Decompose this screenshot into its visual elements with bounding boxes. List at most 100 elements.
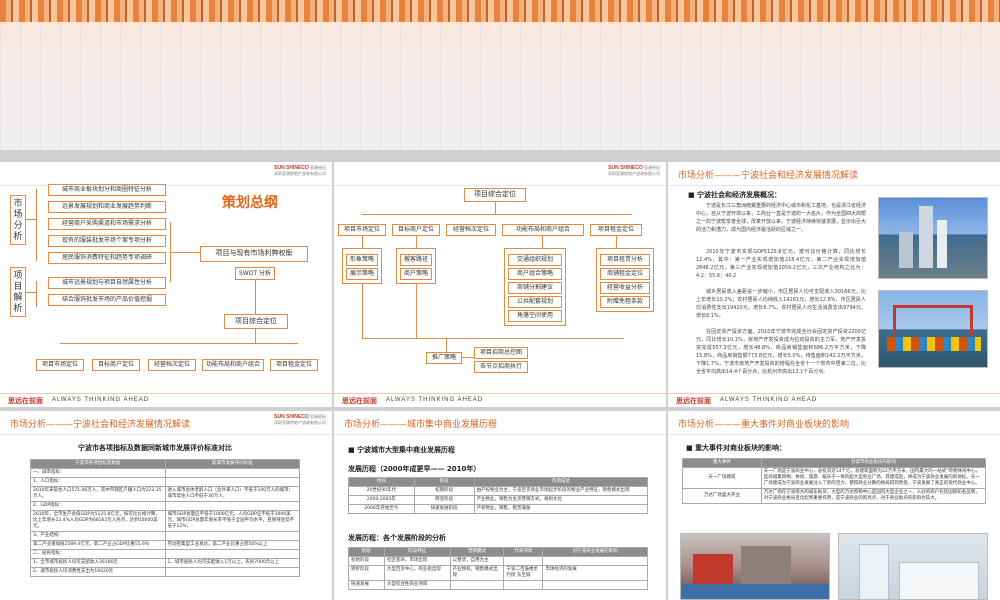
analysis-item: 城市远景规划与项目自然属性分析 (48, 277, 166, 289)
tower-shape (859, 544, 889, 599)
slide-indicator-comparison[interactable]: 市场分析———宁波社会和经济发展情况解读 SUN SHINECO 思源经纪 深圳思… (0, 411, 332, 600)
promotion-strategy-box: 推广策略 (426, 352, 462, 364)
analysis-item: 居民服饰消费特征和趋势专项调研 (48, 252, 166, 264)
table-cell: 快速发展 (348, 580, 385, 590)
table-cell: 1、全市城市居民人均可支配收入30166元 (30, 558, 166, 568)
table-row: 初始阶段 社区底商，市场出现 以租赁，自用为主 (348, 556, 648, 566)
table-header: 宁波市各项指标及数据 (30, 459, 166, 469)
recruitment-item: 各节点招商执行 (474, 361, 528, 373)
slide-title: 策划总纲 (222, 195, 278, 211)
table-cell: 转变阶段 (413, 495, 475, 505)
strategy-item: 项目租赁分析 (600, 254, 650, 266)
slide-positioning-tree[interactable]: SUN SHINECO 思源经纪 深圳思源房地产咨询有限公司 项目综合定位 项目市… (334, 162, 666, 407)
footer-brand: 思远在前面 (342, 397, 377, 405)
positioning-box: 经营档次定位 (148, 359, 196, 371)
table-cell (164, 549, 300, 559)
tower-shape (937, 220, 947, 268)
table-cell: 2010年末常住人口571.06万人，其中市辖区户籍人口为223.35万人。 (30, 486, 166, 502)
table-cell: 产权物业，销售，租赁兼备 (473, 504, 649, 514)
table-cell: 20世纪90年代 (348, 486, 415, 496)
slide-strategy-outline[interactable]: SUN SHINECO 思源经纪 深圳思源房地产咨询有限公司 市场分析 项目解析 … (0, 162, 332, 407)
row-box: 功能布局和商户组合 (502, 224, 584, 236)
table-row: 快速发展 大型综合性商业项目 (348, 580, 648, 590)
table-header: 阶段特征 (383, 547, 451, 557)
table-row: 2010年，全市生产总值GDP为5125.8亿元，按可比价格计算，比上年增长12… (30, 510, 300, 532)
connector-line (416, 236, 417, 248)
slide-footer: 思远在前面 ALWAYS THINKING AHEAD (668, 393, 1000, 407)
connector-line (362, 338, 624, 339)
table-cell (164, 477, 300, 487)
company-logo: SUN SHINECO 思源经纪 深圳思源房地产咨询有限公司 (608, 165, 660, 176)
row-box: 项目市场定位 (338, 224, 386, 236)
table-cell: 劳动密集型工业发达，第二产业比重占到50%以上 (164, 540, 300, 550)
table-cell: 二、居民指标： (30, 549, 166, 559)
slide-header: 市场分析———重大事件对商业板块的影响 (668, 411, 1000, 435)
table-header: 阶段 (413, 477, 475, 487)
table-header: 阶段 (348, 547, 385, 557)
strategy-item: 搬客路径 (400, 254, 432, 266)
table-cell: 2、城市居民人均消费性支出为19420元 (30, 567, 166, 577)
section-title: 市场分析———城市集中商业发展历程 (344, 420, 498, 430)
table-row: 第二产业增加值2589.4亿元，第二产业占GDP比重55.6% 劳动密集型工业发达… (30, 540, 300, 550)
table-header-row: 时间 阶段 市场描述 (348, 477, 649, 487)
connector-line (462, 357, 474, 358)
strategy-item: 附赠免租条款 (600, 296, 650, 308)
strategy-item: 公共配套规划 (508, 296, 562, 308)
strategy-item: 角落空间使用 (508, 310, 562, 322)
table-cell: 2、GDP指标： (30, 501, 166, 511)
slide-commercial-history[interactable]: 市场分析———城市集中商业发展历程 ■ 宁波城市大型集中商业发展历程 发展历程（… (334, 411, 666, 600)
banner-sky (0, 22, 1000, 150)
table-cell: 城市GDP总量应不低于1000亿元，人均GDP应不低于3000美元，城市GDP总… (164, 510, 300, 532)
table-cell: 2000-2005年 (348, 495, 415, 505)
slide-ningbo-economy[interactable]: 市场分析———宁波社会和经济发展情况解读 ■ 宁波社会和经济发展概况： 宁波是长… (668, 162, 1000, 407)
strategy-item: 经营收益分析 (600, 282, 650, 294)
row-box: 项目租金定位 (590, 224, 642, 236)
paragraph: 2010年宁波市实现GDP5125.8亿元，按可比价格计算，同比增长12.4%，… (696, 249, 866, 279)
connector-line (362, 214, 632, 215)
strategy-item: 形象策略 (346, 254, 378, 266)
comparison-table: 宁波市各项指标及数据 新城市发展评价标准 一、城市指标： 1、人口指标： 201… (30, 459, 300, 577)
banner-stripe (0, 0, 1000, 22)
table-cell: 大型百货中心，商业街出现 (383, 565, 451, 581)
positioning-box: 项目租金定位 (270, 359, 318, 371)
table-title: 宁波市各项指标及数据同新城市发展评价标准对比 (78, 444, 232, 452)
table-row: 2、城市居民人均消费性支出为19420元 (30, 567, 300, 577)
building-shape (741, 546, 791, 586)
row-box: 目标商户定位 (392, 224, 440, 236)
table-row: 二、居民指标： (30, 549, 300, 559)
slide-header: SUN SHINECO 思源经纪 深圳思源房地产咨询有限公司 (0, 162, 332, 186)
table-cell (503, 556, 544, 566)
strategy-item: 商铺租金定位 (600, 268, 650, 280)
project-analysis-label: 项目解析 (10, 267, 26, 317)
slide-footer: 思远在前面 ALWAYS THINKING AHEAD (334, 393, 666, 407)
paragraph: 宁波是长江三角洲南翼重要的经济中心城市和化工基地，也是浙江省经济中心，自从宁波开… (696, 203, 867, 233)
table-cell (164, 567, 300, 577)
stage-analysis-table: 阶段 阶段特征 营销模式 代表项目 对宁波商业发展的影响 初始阶段 社区底商，市场… (348, 547, 648, 590)
sub-heading: 发展历程（2000年成更早—— 2010年） (348, 465, 481, 473)
city-skyline-photo (878, 197, 988, 279)
table-cell (449, 580, 505, 590)
table-cell: 大型综合性商业项目 (383, 580, 451, 590)
footer-brand: 思远在前面 (676, 397, 711, 405)
strategy-item: 商户组合策略 (508, 268, 562, 280)
analysis-item: 结合服饰批发市场的产品价值挖掘 (48, 294, 166, 306)
analysis-item: 现有的服装批发市场个案专项分析 (48, 235, 166, 247)
table-row: 万达广场盛大开业 万达广场在宁波南大的城东板块，大型的万达购物中心是国内大型企业之… (682, 488, 987, 504)
table-header: 新城市发展评价标准 (164, 459, 300, 469)
table-cell (164, 501, 300, 511)
tower-shape (919, 206, 933, 268)
table-cell: 天一广场是宁波商业中心，总投资近14个亿，总建筑面积为22万平方米，国内最大的一… (760, 467, 987, 489)
analysis-item: 城市商业板块划分和商圈特征分析 (48, 184, 166, 196)
table-cell: 天一广场建成 (682, 467, 762, 489)
connector-line (26, 219, 36, 220)
table-row: 2、GDP指标： (30, 501, 300, 511)
top-positioning-box: 项目综合定位 (464, 188, 526, 202)
table-header: 对宁波商业发展的影响 (542, 547, 648, 557)
table-cell: 产业物业，销售为主流营销方式，规则文化 (473, 495, 649, 505)
table-header: 代表项目 (503, 547, 544, 557)
slide-major-events[interactable]: 市场分析———重大事件对商业板块的影响 ■ 重大事件对商业板块的影响： 重大事件… (668, 411, 1000, 600)
table-row: 一、城市指标： (30, 468, 300, 478)
strategy-item: 交通组织规划 (508, 254, 562, 266)
connector-line (362, 236, 363, 248)
positioning-box: 目标商户定位 (92, 359, 140, 371)
